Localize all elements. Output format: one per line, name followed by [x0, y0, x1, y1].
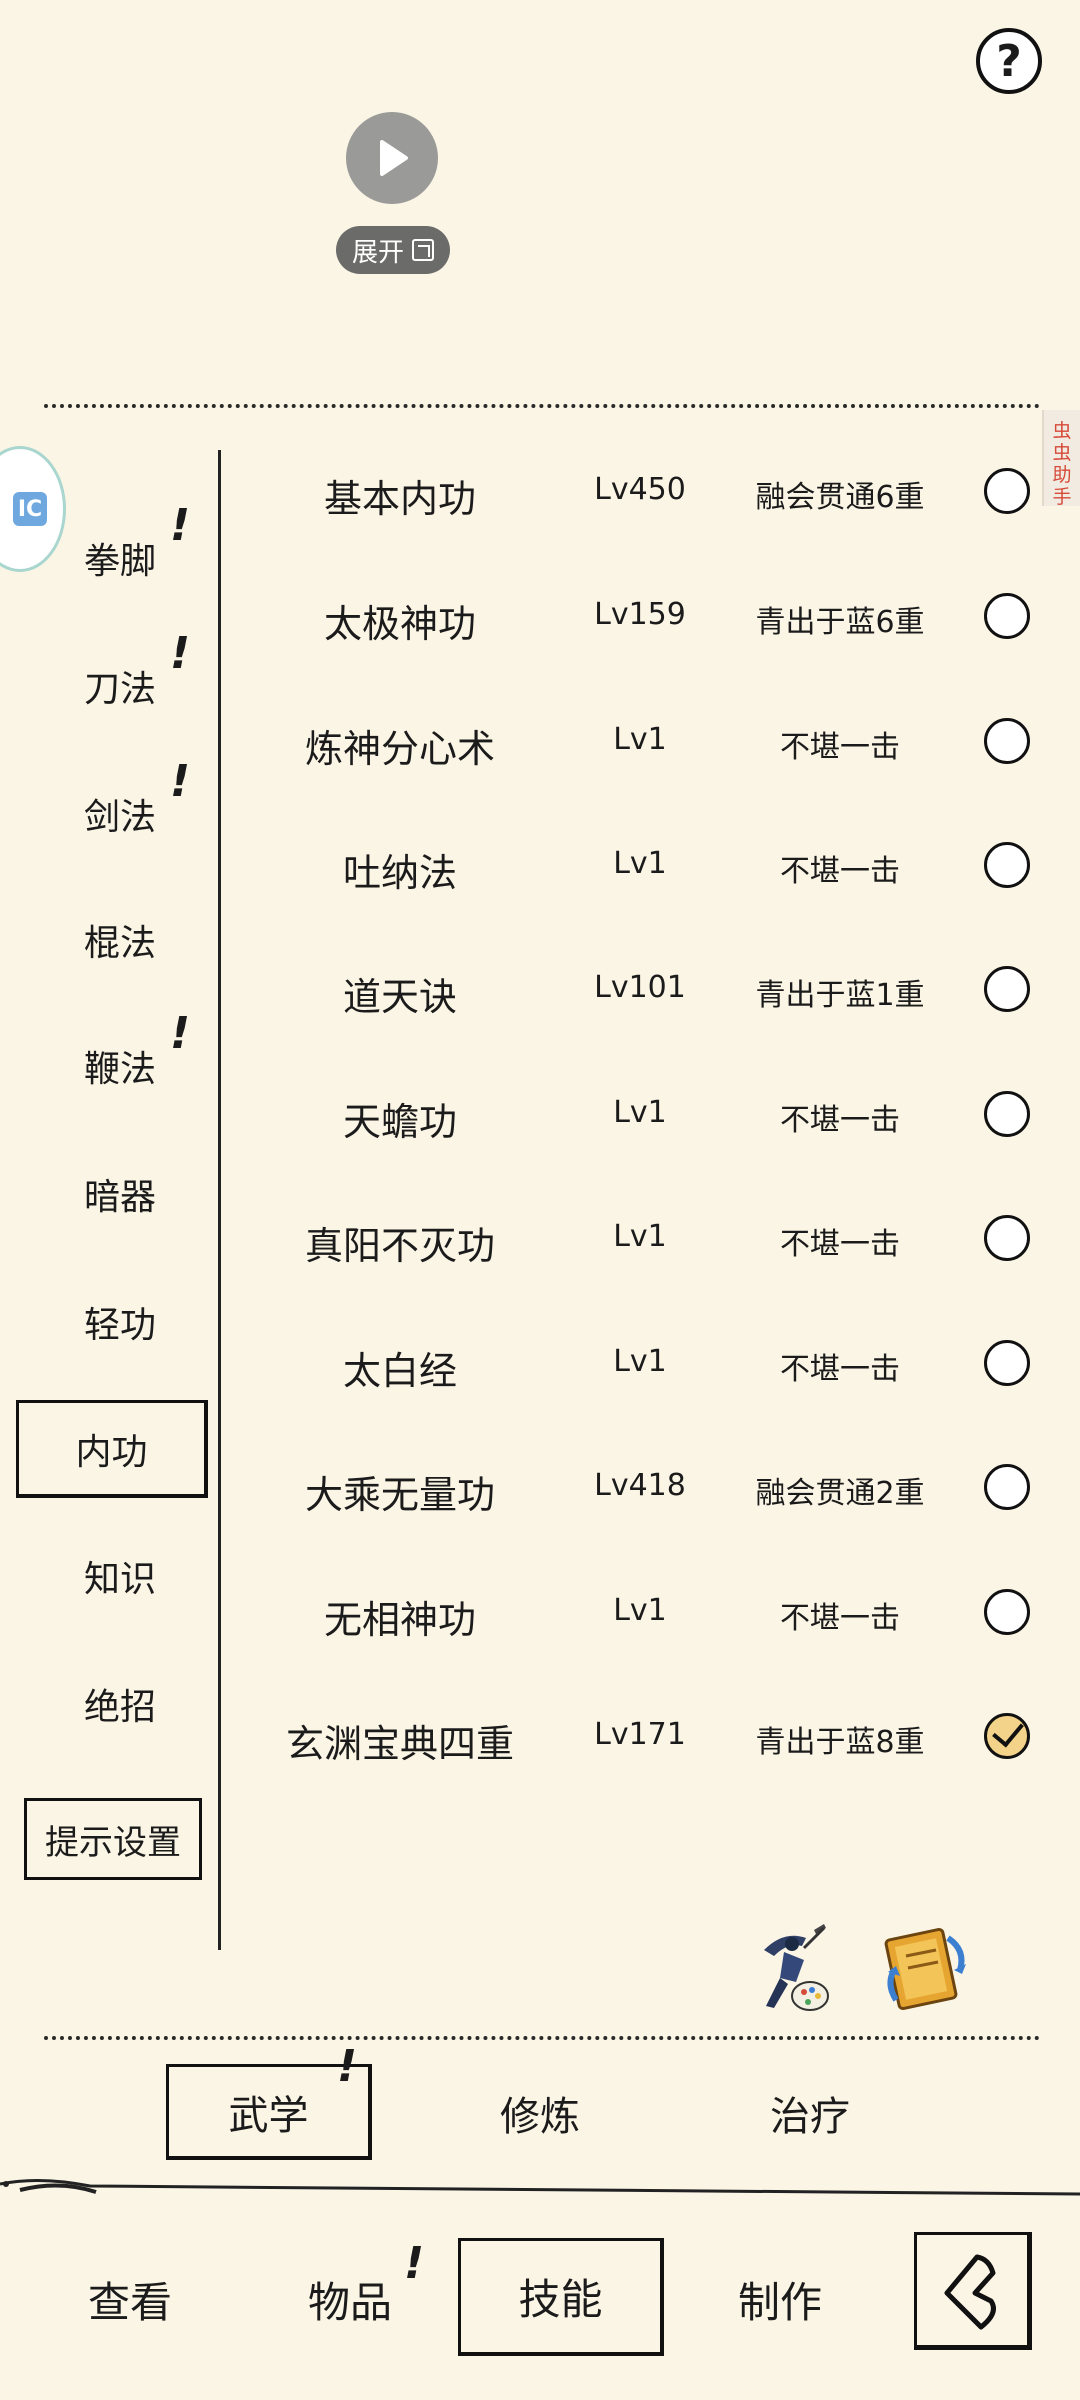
back-button[interactable]: [914, 2232, 1032, 2350]
expand-button[interactable]: 展开: [336, 226, 450, 274]
nav-skills[interactable]: 技能: [458, 2238, 664, 2356]
category-jianfa[interactable]: 剑法 !: [30, 756, 210, 844]
category-anqi[interactable]: 暗器: [30, 1164, 210, 1224]
skill-select-radio[interactable]: [984, 842, 1030, 888]
category-neigong[interactable]: 内功: [16, 1400, 208, 1498]
hint-settings-button[interactable]: 提示设置: [24, 1798, 202, 1880]
skill-name: 太白经: [342, 1349, 457, 1393]
alert-mark: !: [170, 628, 191, 679]
alert-mark: !: [404, 2238, 425, 2289]
ink-divider: [0, 2178, 1080, 2196]
skill-row[interactable]: 吐纳法 Lv1 不堪一击: [240, 826, 1050, 906]
divider-bottom: [44, 2036, 1040, 2040]
skill-row[interactable]: 无相神功 Lv1 不堪一击: [240, 1573, 1050, 1653]
skill-row[interactable]: 炼神分心术 Lv1 不堪一击: [240, 702, 1050, 782]
skill-level: Lv1: [613, 1095, 667, 1130]
category-daofa[interactable]: 刀法 !: [30, 628, 210, 716]
skill-name: 真阳不灭功: [304, 1224, 495, 1268]
skill-level: Lv101: [594, 970, 686, 1005]
skill-state: 青出于蓝1重: [755, 978, 925, 1013]
skill-row[interactable]: 道天诀 Lv101 青出于蓝1重: [240, 950, 1050, 1030]
skill-row[interactable]: 太白经 Lv1 不堪一击: [240, 1324, 1050, 1404]
category-quanjiao[interactable]: 拳脚 !: [30, 500, 210, 588]
alert-mark: !: [170, 1008, 191, 1059]
skill-row[interactable]: 大乘无量功 Lv418 融会贯通2重: [240, 1448, 1050, 1528]
skill-name: 太极神功: [323, 602, 476, 646]
tab-wuxue[interactable]: 武学 !: [166, 2041, 372, 2160]
category-juezhao[interactable]: 绝招: [30, 1674, 210, 1734]
skill-name: 无相神功: [323, 1598, 476, 1642]
nav-craft[interactable]: 制作: [690, 2244, 870, 2354]
skill-row[interactable]: 基本内功 Lv450 融会贯通6重: [240, 452, 1050, 532]
category-bianfa[interactable]: 鞭法 !: [30, 1008, 210, 1096]
skill-state: 融会贯通6重: [755, 480, 925, 515]
skill-name: 吐纳法: [342, 851, 457, 895]
skill-level: Lv1: [613, 1219, 667, 1254]
alert-mark: !: [337, 2041, 358, 2092]
skill-row[interactable]: 太极神功 Lv159 青出于蓝6重: [240, 577, 1050, 657]
nav-view[interactable]: 查看: [40, 2244, 220, 2354]
play-button[interactable]: [346, 112, 438, 204]
skill-select-radio[interactable]: [984, 1464, 1030, 1510]
skill-level: Lv159: [594, 597, 686, 632]
tab-xiulian[interactable]: 修炼: [440, 2068, 640, 2158]
skill-select-radio[interactable]: [984, 1589, 1030, 1635]
martial-artist-palette-icon[interactable]: [744, 1920, 840, 2016]
skill-selected-checkbox[interactable]: [984, 1713, 1030, 1759]
skill-name: 天蟾功: [342, 1100, 457, 1144]
skill-select-radio[interactable]: [984, 966, 1030, 1012]
skill-level: Lv1: [613, 1593, 667, 1628]
skill-row[interactable]: 玄渊宝典四重 Lv171 青出于蓝8重: [240, 1697, 1050, 1777]
alert-mark: !: [170, 500, 191, 551]
skill-level: Lv418: [594, 1468, 686, 1503]
skill-select-radio[interactable]: [984, 1215, 1030, 1261]
skill-select-radio[interactable]: [984, 1091, 1030, 1137]
category-gunfa[interactable]: 棍法: [30, 910, 210, 970]
skill-row[interactable]: 天蟾功 Lv1 不堪一击: [240, 1075, 1050, 1155]
skill-name: 大乘无量功: [304, 1473, 495, 1517]
divider-top: [44, 404, 1040, 408]
skill-state: 青出于蓝6重: [755, 605, 925, 640]
skill-row[interactable]: 真阳不灭功 Lv1 不堪一击: [240, 1199, 1050, 1279]
skill-level: Lv450: [594, 472, 686, 507]
play-icon: [380, 140, 408, 176]
skill-name: 炼神分心术: [304, 727, 495, 771]
skill-state: 青出于蓝8重: [755, 1725, 925, 1760]
help-button[interactable]: ?: [976, 28, 1042, 94]
column-divider: [218, 450, 221, 1950]
skill-level: Lv1: [613, 722, 667, 757]
expand-icon: [412, 239, 434, 261]
skill-select-radio[interactable]: [984, 1340, 1030, 1386]
skill-state: 不堪一击: [780, 854, 900, 889]
skill-select-radio[interactable]: [984, 468, 1030, 514]
category-zhishi[interactable]: 知识: [30, 1546, 210, 1606]
back-arrow-icon: [944, 2254, 996, 2330]
skill-state: 不堪一击: [780, 1352, 900, 1387]
skill-select-radio[interactable]: [984, 718, 1030, 764]
book-exchange-icon[interactable]: [876, 1920, 972, 2016]
alert-mark: !: [170, 756, 191, 807]
skill-state: 不堪一击: [780, 1103, 900, 1138]
skill-name: 玄渊宝典四重: [285, 1722, 514, 1766]
skill-name: 基本内功: [323, 477, 476, 521]
skill-level: Lv171: [594, 1717, 686, 1752]
tab-zhiliao[interactable]: 治疗: [710, 2068, 910, 2158]
skill-state: 不堪一击: [780, 730, 900, 765]
nav-items[interactable]: 物品 !: [260, 2238, 440, 2354]
skill-select-radio[interactable]: [984, 593, 1030, 639]
skill-state: 不堪一击: [780, 1601, 900, 1636]
skill-name: 道天诀: [342, 975, 457, 1019]
skill-level: Lv1: [613, 846, 667, 881]
skill-state: 融会贯通2重: [755, 1476, 925, 1511]
assistant-icon: IC: [13, 492, 47, 526]
skill-state: 不堪一击: [780, 1227, 900, 1262]
skill-level: Lv1: [613, 1344, 667, 1379]
category-qinggong[interactable]: 轻功: [30, 1292, 210, 1352]
